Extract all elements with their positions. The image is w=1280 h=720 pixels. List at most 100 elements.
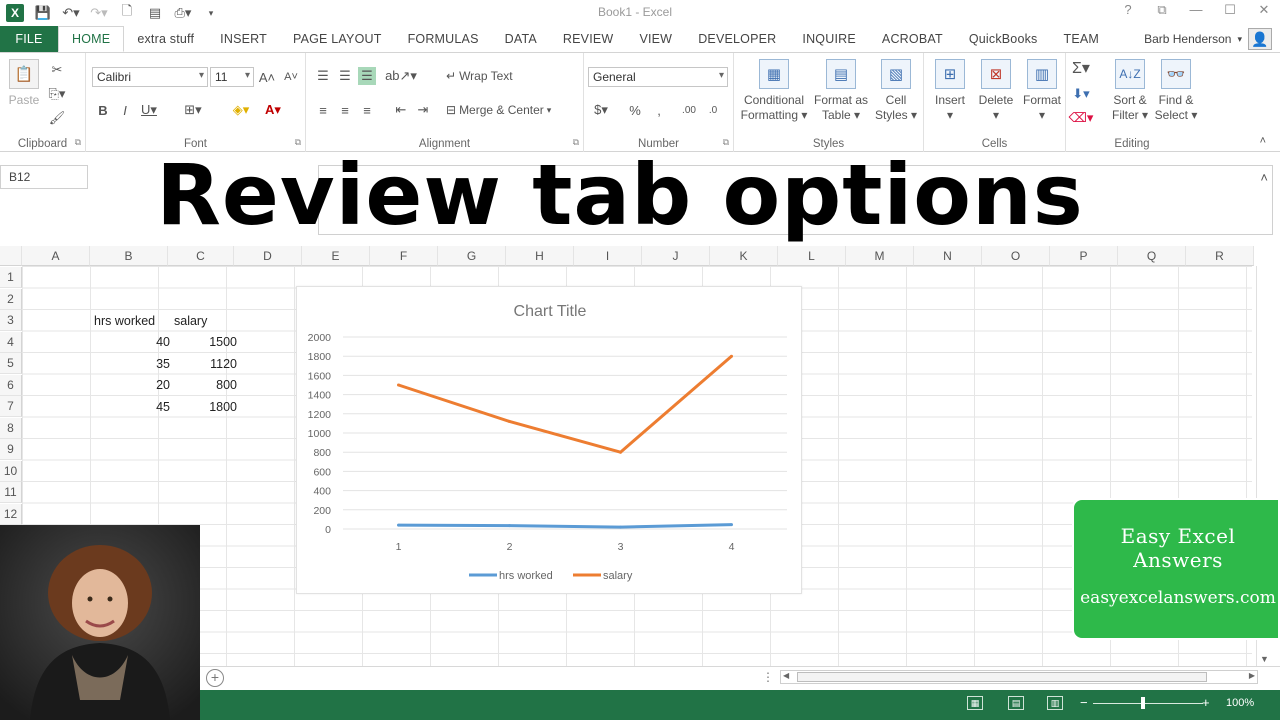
scroll-down-icon[interactable]: ▼ (1260, 654, 1269, 664)
row-header-9[interactable]: 9 (0, 439, 22, 460)
orientation-icon[interactable]: ab↗▾ (385, 67, 417, 85)
borders-icon[interactable]: ⊞▾ (184, 101, 202, 119)
zoom-in-icon[interactable]: + (1202, 695, 1210, 710)
tab-split-icon[interactable]: ⋮ (762, 670, 774, 684)
number-format-dropdown[interactable]: General (588, 67, 728, 87)
cell-b5[interactable]: 35 (94, 354, 170, 375)
decrease-font-icon[interactable]: A˅ (282, 68, 300, 86)
collapse-formula-bar-icon[interactable]: ˄ (1260, 170, 1268, 185)
copy-icon[interactable]: ⎘▾ (48, 85, 66, 103)
increase-font-icon[interactable]: A˄ (258, 68, 276, 86)
merge-center-button[interactable]: ⊟ Merge & Center ▾ (446, 103, 551, 117)
line-chart[interactable]: Chart Title 0 200 400 600 800 1000 1200 1400 1600… (296, 286, 802, 594)
tab-quickbooks[interactable]: QuickBooks (956, 26, 1051, 52)
conditional-formatting-button[interactable]: ▦ Conditional Formatting ▾ (738, 59, 810, 123)
cell-b4[interactable]: 40 (94, 332, 170, 353)
currency-icon[interactable]: $▾ (592, 101, 610, 119)
font-size-dropdown[interactable]: 11 (210, 67, 254, 87)
autosum-icon[interactable]: Σ▾ (1072, 59, 1090, 77)
row-header-11[interactable]: 11 (0, 482, 22, 503)
new-sheet-button[interactable]: + (206, 669, 224, 687)
column-header-j[interactable]: J (642, 246, 710, 266)
column-header-q[interactable]: Q (1118, 246, 1186, 266)
cell-c4[interactable]: 1500 (174, 332, 237, 353)
zoom-slider-thumb[interactable] (1141, 697, 1145, 709)
row-header-1[interactable]: 1 (0, 267, 22, 288)
tab-review[interactable]: REVIEW (550, 26, 627, 52)
horizontal-scrollbar[interactable]: ◀ ▶ (780, 670, 1258, 684)
delete-cells-button[interactable]: ⊠ Delete ▾ (974, 59, 1018, 123)
align-right-icon[interactable]: ≡ (358, 101, 376, 119)
align-center-icon[interactable]: ≡ (336, 101, 354, 119)
sort-filter-button[interactable]: A↓Z Sort & Filter ▾ (1108, 59, 1152, 123)
column-header-c[interactable]: C (168, 246, 234, 266)
close-icon[interactable]: ✕ (1256, 2, 1272, 18)
scroll-right-icon[interactable]: ▶ (1249, 671, 1255, 680)
format-painter-icon[interactable]: 🖌 (48, 109, 66, 127)
bold-icon[interactable]: B (94, 101, 112, 119)
tab-team[interactable]: TEAM (1051, 26, 1113, 52)
collapse-ribbon-icon[interactable]: ˄ (1260, 135, 1266, 147)
column-header-d[interactable]: D (234, 246, 302, 266)
row-header-12[interactable]: 12 (0, 503, 22, 525)
decrease-decimal-icon[interactable]: .0 (704, 101, 722, 119)
column-header-l[interactable]: L (778, 246, 846, 266)
page-layout-view-icon[interactable]: ▤ (1008, 696, 1024, 710)
page-break-view-icon[interactable]: ▥ (1047, 696, 1063, 710)
middle-align-icon[interactable]: ☰ (336, 67, 354, 85)
column-header-o[interactable]: O (982, 246, 1050, 266)
column-header-f[interactable]: F (370, 246, 438, 266)
cell-b7[interactable]: 45 (94, 397, 170, 418)
ribbon-display-icon[interactable]: ⧉ (1154, 2, 1170, 18)
font-name-dropdown[interactable]: Calibri (92, 67, 208, 87)
column-header-n[interactable]: N (914, 246, 982, 266)
row-header-3[interactable]: 3 (0, 310, 22, 331)
bottom-align-icon[interactable]: ☰ (358, 67, 376, 85)
align-left-icon[interactable]: ≡ (314, 101, 332, 119)
percent-icon[interactable]: % (626, 101, 644, 119)
comma-icon[interactable]: , (650, 101, 668, 119)
tab-view[interactable]: VIEW (626, 26, 685, 52)
insert-cells-button[interactable]: ⊞ Insert ▾ (928, 59, 972, 123)
increase-indent-icon[interactable]: ⇥ (414, 101, 432, 119)
underline-icon[interactable]: U▾ (140, 101, 158, 119)
tab-inquire[interactable]: INQUIRE (789, 26, 869, 52)
font-color-icon[interactable]: A▾ (264, 101, 282, 119)
decrease-indent-icon[interactable]: ⇤ (392, 101, 410, 119)
clear-icon[interactable]: ⌫▾ (1069, 109, 1094, 127)
fill-color-icon[interactable]: ◈▾ (232, 101, 250, 119)
tab-acrobat[interactable]: ACROBAT (869, 26, 956, 52)
horizontal-scroll-thumb[interactable] (797, 672, 1207, 682)
tab-data[interactable]: DATA (492, 26, 550, 52)
tab-developer[interactable]: DEVELOPER (685, 26, 789, 52)
user-account[interactable]: Barb Henderson ▾ 👤 (1144, 28, 1272, 50)
increase-decimal-icon[interactable]: .00 (680, 101, 698, 119)
minimize-icon[interactable]: — (1188, 2, 1204, 18)
scroll-left-icon[interactable]: ◀ (783, 671, 789, 680)
column-header-e[interactable]: E (302, 246, 370, 266)
cell-c5[interactable]: 1120 (174, 354, 237, 375)
cell-b3[interactable]: hrs worked (94, 311, 155, 332)
column-header-g[interactable]: G (438, 246, 506, 266)
column-header-p[interactable]: P (1050, 246, 1118, 266)
italic-icon[interactable]: I (116, 101, 134, 119)
cell-c6[interactable]: 800 (174, 375, 237, 396)
cell-c7[interactable]: 1800 (174, 397, 237, 418)
tab-page-layout[interactable]: PAGE LAYOUT (280, 26, 395, 52)
tab-formulas[interactable]: FORMULAS (395, 26, 492, 52)
column-header-r[interactable]: R (1186, 246, 1254, 266)
column-header-b[interactable]: B (90, 246, 168, 266)
row-header-5[interactable]: 5 (0, 353, 22, 374)
select-all-corner[interactable] (0, 246, 22, 266)
cell-c3[interactable]: salary (174, 311, 207, 332)
tab-file[interactable]: FILE (0, 26, 58, 52)
format-cells-button[interactable]: ▥ Format ▾ (1020, 59, 1064, 123)
top-align-icon[interactable]: ☰ (314, 67, 332, 85)
row-header-6[interactable]: 6 (0, 374, 22, 396)
tab-home[interactable]: HOME (58, 26, 125, 52)
wrap-text-button[interactable]: ↵ Wrap Text (446, 69, 513, 83)
tab-insert[interactable]: INSERT (207, 26, 280, 52)
column-header-i[interactable]: I (574, 246, 642, 266)
column-header-h[interactable]: H (506, 246, 574, 266)
cell-styles-button[interactable]: ▧ Cell Styles ▾ (872, 59, 920, 123)
